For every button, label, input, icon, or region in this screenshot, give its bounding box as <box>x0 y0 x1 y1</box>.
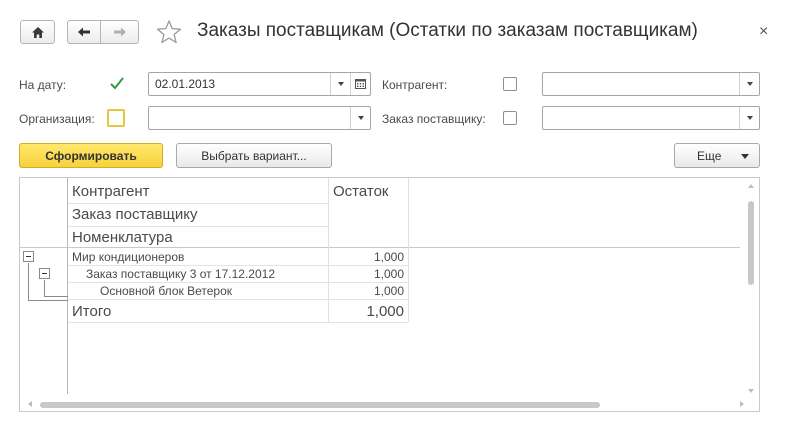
close-icon[interactable]: × <box>759 23 768 41</box>
collapse-group-2-icon[interactable] <box>39 268 50 279</box>
header-balance: Остаток <box>333 183 389 200</box>
scroll-down-icon[interactable] <box>748 389 754 393</box>
row-name-1: Мир кондиционеров <box>72 250 185 264</box>
supplier-order-dropdown-button[interactable] <box>739 107 759 129</box>
chevron-down-icon <box>741 154 749 159</box>
select-variant-button[interactable]: Выбрать вариант... <box>176 143 332 168</box>
supplier-order-checkbox[interactable] <box>503 111 517 125</box>
contractor-label: Контрагент: <box>382 78 448 92</box>
total-value: 1,000 <box>366 303 404 320</box>
vertical-scroll-thumb[interactable] <box>748 201 754 285</box>
favorite-button[interactable] <box>156 19 182 45</box>
vertical-scrollbar[interactable] <box>747 184 755 404</box>
date-checkbox[interactable] <box>108 75 126 93</box>
collapse-group-1-icon[interactable] <box>23 251 34 262</box>
header-col-divider <box>328 178 329 322</box>
checkmark-icon <box>110 77 124 90</box>
header-line-2 <box>68 226 328 227</box>
scroll-up-icon[interactable] <box>748 184 754 188</box>
row-name-2: Заказ поставщику 3 от 17.12.2012 <box>86 267 275 281</box>
supplier-order-label: Заказ поставщику: <box>382 112 486 126</box>
contractor-dropdown-button[interactable] <box>739 73 759 95</box>
back-button[interactable] <box>67 20 101 44</box>
tree-line-h2 <box>44 296 68 297</box>
tree-line-h1 <box>28 300 68 301</box>
generate-button[interactable]: Сформировать <box>19 143 163 168</box>
forward-button[interactable] <box>100 20 139 44</box>
gutter-divider <box>67 178 68 394</box>
scroll-left-icon[interactable] <box>28 401 32 407</box>
home-button[interactable] <box>20 20 55 44</box>
home-icon <box>31 26 44 38</box>
date-label: На дату: <box>19 78 67 92</box>
contractor-checkbox[interactable] <box>503 77 517 91</box>
scroll-right-icon[interactable] <box>740 401 744 407</box>
date-field[interactable]: 02.01.2013 <box>148 72 371 96</box>
supplier-order-field[interactable] <box>542 106 760 130</box>
page-title: Заказы поставщикам (Остатки по заказам п… <box>197 20 698 41</box>
header-separator <box>20 247 740 248</box>
header-nomenclature: Номенклатура <box>72 229 173 246</box>
date-dropdown-button[interactable] <box>330 73 350 95</box>
star-icon <box>156 20 182 44</box>
total-line <box>68 322 408 323</box>
header-supplier-order: Заказ поставщику <box>72 206 198 223</box>
calendar-button[interactable] <box>350 73 370 95</box>
value-col-right-divider <box>408 178 409 322</box>
calendar-icon <box>355 79 366 89</box>
arrow-right-icon <box>113 27 126 37</box>
date-value: 02.01.2013 <box>155 77 216 91</box>
row-name-3: Основной блок Ветерок <box>100 284 232 298</box>
more-label: Еще <box>697 148 722 163</box>
more-button[interactable]: Еще <box>674 143 760 168</box>
total-label: Итого <box>72 303 112 320</box>
tree-line-v1 <box>28 263 29 301</box>
organization-label: Организация: <box>19 112 95 126</box>
tree-line-v2 <box>44 280 45 297</box>
arrow-left-icon <box>78 27 90 37</box>
row-line-3 <box>68 299 408 300</box>
horizontal-scroll-thumb[interactable] <box>40 402 600 408</box>
contractor-field[interactable] <box>542 72 760 96</box>
row-value-2: 1,000 <box>373 267 404 281</box>
header-contractor: Контрагент <box>72 183 150 200</box>
organization-checkbox[interactable] <box>107 109 125 127</box>
report-grid[interactable]: Контрагент Остаток Заказ поставщику Номе… <box>19 177 760 412</box>
row-line-1 <box>68 265 408 266</box>
organization-field[interactable] <box>148 106 371 130</box>
row-value-1: 1,000 <box>373 250 404 264</box>
row-line-2 <box>68 282 408 283</box>
row-value-3: 1,000 <box>373 284 404 298</box>
header-line-1 <box>68 203 328 204</box>
organization-dropdown-button[interactable] <box>350 107 370 129</box>
